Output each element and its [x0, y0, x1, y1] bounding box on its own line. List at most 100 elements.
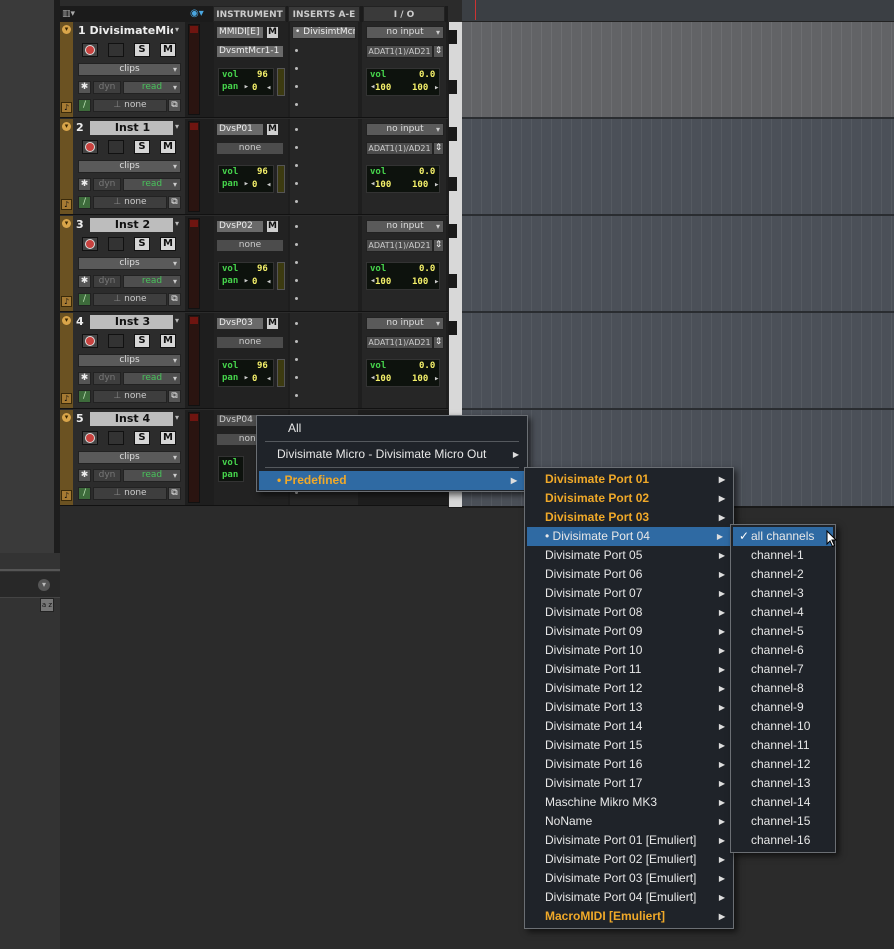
- midi-mute-button[interactable]: M: [266, 26, 279, 39]
- record-button[interactable]: [82, 43, 98, 57]
- mute-button[interactable]: M: [160, 431, 176, 445]
- insert-slot-b[interactable]: [295, 340, 298, 343]
- menu-item-channel[interactable]: channel-3: [731, 584, 835, 603]
- midi-input-selector[interactable]: DvsP02: [216, 220, 264, 233]
- insert-slot-c[interactable]: [295, 164, 298, 167]
- menu-item-port[interactable]: Divisimate Port 14 ▶: [525, 717, 733, 736]
- menu-item-channel[interactable]: channel-12: [731, 755, 835, 774]
- track-menu-icon[interactable]: ▾: [62, 122, 71, 131]
- asterisk-icon[interactable]: ✱: [78, 372, 91, 385]
- track-menu-icon[interactable]: ▾: [62, 413, 71, 422]
- fader-bar[interactable]: [277, 165, 285, 193]
- solo-button[interactable]: S: [134, 43, 150, 57]
- menu-item-port[interactable]: Divisimate Port 12 ▶: [525, 679, 733, 698]
- insert-slot-d[interactable]: [295, 182, 298, 185]
- midi-output-selector[interactable]: none: [216, 336, 284, 349]
- midi-input-selector[interactable]: DvsP01: [216, 123, 264, 136]
- menu-item-port[interactable]: Divisimate Port 09 ▶: [525, 622, 733, 641]
- playhead[interactable]: [475, 0, 476, 20]
- automation-mode-selector[interactable]: read: [123, 178, 181, 191]
- menu-item-channel[interactable]: channel-9: [731, 698, 835, 717]
- output-selector[interactable]: ADAT1(1)/AD21: [366, 142, 433, 155]
- header-io[interactable]: I / O: [363, 6, 445, 22]
- menu-item-channel[interactable]: channel-7: [731, 660, 835, 679]
- instrument-track-icon[interactable]: ♪: [61, 199, 72, 210]
- output-link-icon[interactable]: ⇕: [433, 239, 444, 252]
- menu-item-port[interactable]: Divisimate Port 04 [Emuliert] ▶: [525, 888, 733, 907]
- menu-item-channel[interactable]: channel-6: [731, 641, 835, 660]
- vol-pan-display[interactable]: vol 96 pan ▸ 0 ◂: [218, 262, 274, 290]
- output-display[interactable]: vol 0.0 ◂ 100 100 ▸: [366, 359, 440, 387]
- vol-pan-display[interactable]: vol pan: [218, 456, 244, 482]
- header-instrument[interactable]: INSTRUMENT: [213, 6, 286, 22]
- insert-slot-a[interactable]: [295, 322, 298, 325]
- menu-item-channel[interactable]: channel-13: [731, 774, 835, 793]
- dropdown-circle-icon[interactable]: ▾: [38, 579, 50, 591]
- pencil-icon[interactable]: /: [78, 390, 91, 403]
- track-color-strip[interactable]: ▾ ♪: [60, 22, 73, 117]
- output-display[interactable]: vol 0.0 ◂ 100 100 ▸: [366, 68, 440, 96]
- clips-selector[interactable]: clips: [78, 451, 181, 464]
- menu-item-port[interactable]: Divisimate Port 15 ▶: [525, 736, 733, 755]
- track-menu-icon[interactable]: ▾: [62, 219, 71, 228]
- insert-slot-a[interactable]: [295, 225, 298, 228]
- asterisk-icon[interactable]: ✱: [78, 469, 91, 482]
- output-link-icon[interactable]: ⇕: [433, 142, 444, 155]
- menu-item-channel[interactable]: channel-2: [731, 565, 835, 584]
- track-color-strip[interactable]: ▾ ♪: [60, 216, 73, 311]
- track-name-arrow-icon[interactable]: ▾: [175, 122, 184, 132]
- group-selector[interactable]: ⊥ none: [93, 99, 167, 112]
- menu-item-channel[interactable]: channel-16: [731, 831, 835, 850]
- menu-item-all-channels[interactable]: ✓ all channels: [733, 527, 833, 546]
- menu-item-port[interactable]: Divisimate Port 11 ▶: [525, 660, 733, 679]
- menu-item-port[interactable]: Divisimate Port 16 ▶: [525, 755, 733, 774]
- insert-slot-d[interactable]: [295, 85, 298, 88]
- track-name-arrow-icon[interactable]: ▾: [175, 316, 184, 326]
- mute-button[interactable]: M: [160, 334, 176, 348]
- insert-slot-d[interactable]: [295, 279, 298, 282]
- menu-item-port[interactable]: Divisimate Port 01 [Emuliert] ▶: [525, 831, 733, 850]
- group-selector[interactable]: ⊥ none: [93, 390, 167, 403]
- solo-button[interactable]: S: [134, 237, 150, 251]
- window-icon[interactable]: ⧉: [168, 99, 181, 112]
- clips-selector[interactable]: clips: [78, 354, 181, 367]
- az-sort-icon[interactable]: a z: [40, 598, 54, 612]
- menu-item-port[interactable]: Divisimate Port 17 ▶: [525, 774, 733, 793]
- output-selector[interactable]: ADAT1(1)/AD21: [366, 45, 433, 58]
- asterisk-icon[interactable]: ✱: [78, 178, 91, 191]
- menu-item-channel[interactable]: channel-14: [731, 793, 835, 812]
- fader-bar[interactable]: [277, 359, 285, 387]
- pencil-icon[interactable]: /: [78, 99, 91, 112]
- fader-bar[interactable]: [277, 68, 285, 96]
- record-button[interactable]: [82, 140, 98, 154]
- record-button[interactable]: [82, 334, 98, 348]
- insert-slot-c[interactable]: [295, 358, 298, 361]
- instrument-track-icon[interactable]: ♪: [61, 490, 72, 501]
- asterisk-icon[interactable]: ✱: [78, 275, 91, 288]
- clips-selector[interactable]: clips: [78, 160, 181, 173]
- input-monitor-button[interactable]: [108, 431, 124, 445]
- insert-slot-c[interactable]: [295, 261, 298, 264]
- output-selector[interactable]: ADAT1(1)/AD21: [366, 336, 433, 349]
- menu-item-port[interactable]: • Divisimate Port 04 ▶: [527, 527, 731, 546]
- vol-pan-display[interactable]: vol 96 pan ▸ 0 ◂: [218, 165, 274, 193]
- clips-selector[interactable]: clips: [78, 257, 181, 270]
- menu-item-port[interactable]: Divisimate Port 05 ▶: [525, 546, 733, 565]
- automation-mode-selector[interactable]: read: [123, 469, 181, 482]
- midi-output-selector[interactable]: none: [216, 142, 284, 155]
- menu-item-port[interactable]: MacroMIDI [Emuliert] ▶: [525, 907, 733, 926]
- menu-item-port[interactable]: Divisimate Port 08 ▶: [525, 603, 733, 622]
- mute-button[interactable]: M: [160, 43, 176, 57]
- menu-item-port[interactable]: Divisimate Port 13 ▶: [525, 698, 733, 717]
- menu-item-port[interactable]: Divisimate Port 07 ▶: [525, 584, 733, 603]
- menu-item-port[interactable]: Divisimate Port 10 ▶: [525, 641, 733, 660]
- insert-slot-d[interactable]: [295, 376, 298, 379]
- track-name[interactable]: Inst 4: [90, 412, 173, 426]
- vol-pan-display[interactable]: vol 96 pan ▸ 0 ◂: [218, 359, 274, 387]
- instrument-track-icon[interactable]: ♪: [61, 393, 72, 404]
- output-display[interactable]: vol 0.0 ◂ 100 100 ▸: [366, 262, 440, 290]
- track-lane[interactable]: [462, 22, 894, 118]
- input-selector[interactable]: no input: [366, 317, 444, 330]
- insert-slot-b[interactable]: [295, 243, 298, 246]
- menu-item-channel[interactable]: channel-4: [731, 603, 835, 622]
